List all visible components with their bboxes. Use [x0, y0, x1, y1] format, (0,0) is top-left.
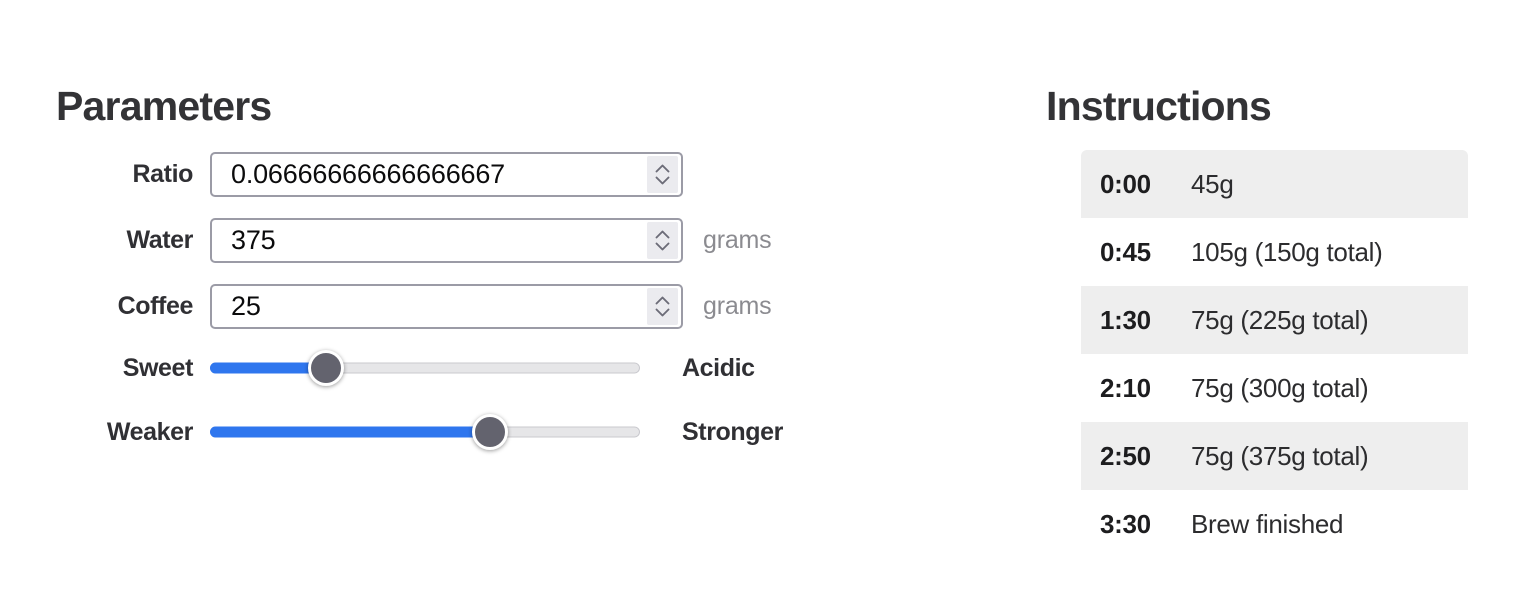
ratio-input-value[interactable]: 0.06666666666666667: [212, 159, 647, 190]
water-stepper[interactable]: [647, 221, 678, 259]
instruction-time: 2:50: [1100, 440, 1151, 471]
water-input-value[interactable]: 375: [212, 225, 647, 256]
slider-label-acidic: Acidic: [682, 353, 755, 382]
coffee-input[interactable]: 25: [210, 283, 683, 329]
slider-row-weaker-stronger: Weaker Stronger: [0, 410, 783, 454]
instruction-row: 3:30 Brew finished: [1081, 490, 1468, 558]
instructions-heading: Instructions: [1046, 83, 1272, 130]
instruction-action: 75g (225g total): [1191, 304, 1369, 335]
instruction-action: 75g (300g total): [1191, 372, 1369, 403]
field-row-water: Water 375 grams: [0, 217, 772, 263]
field-row-coffee: Coffee 25 grams: [0, 283, 772, 329]
instruction-row: 1:30 75g (225g total): [1081, 286, 1468, 354]
slider-label-weaker: Weaker: [106, 417, 193, 446]
coffee-stepper[interactable]: [647, 287, 678, 325]
instruction-row: 2:50 75g (375g total): [1081, 422, 1468, 490]
coffee-input-value[interactable]: 25: [212, 291, 647, 322]
coffee-unit-label: grams: [703, 291, 772, 320]
chevron-up-icon[interactable]: [655, 296, 670, 305]
ratio-input[interactable]: 0.06666666666666667: [210, 151, 683, 197]
sweet-acidic-slider[interactable]: [210, 346, 640, 390]
field-label-coffee: Coffee: [117, 291, 194, 320]
instruction-time: 1:30: [1100, 304, 1151, 335]
instruction-action: Brew finished: [1191, 508, 1344, 539]
chevron-up-icon[interactable]: [655, 230, 670, 239]
slider-thumb[interactable]: [308, 350, 345, 386]
field-row-ratio: Ratio 0.06666666666666667: [0, 151, 703, 197]
weaker-stronger-slider[interactable]: [210, 410, 640, 454]
instruction-row: 0:00 45g: [1081, 150, 1468, 218]
slider-track-fill: [210, 426, 490, 438]
slider-row-sweet-acidic: Sweet Acidic: [0, 346, 755, 390]
instruction-row: 2:10 75g (300g total): [1081, 354, 1468, 422]
chevron-up-icon[interactable]: [655, 164, 670, 173]
ratio-stepper[interactable]: [647, 155, 678, 193]
instruction-time: 2:10: [1100, 372, 1151, 403]
chevron-down-icon[interactable]: [655, 176, 670, 185]
parameters-heading: Parameters: [56, 83, 272, 130]
field-label-ratio: Ratio: [132, 159, 193, 188]
slider-thumb[interactable]: [471, 414, 508, 450]
brew-calculator-page: Parameters Ratio 0.06666666666666667 Wat…: [0, 0, 1516, 610]
chevron-down-icon[interactable]: [655, 308, 670, 317]
field-label-water: Water: [126, 225, 193, 254]
instruction-time: 0:00: [1100, 168, 1151, 199]
water-input[interactable]: 375: [210, 217, 683, 263]
slider-label-sweet: Sweet: [122, 353, 194, 382]
parameters-panel: Parameters Ratio 0.06666666666666667 Wat…: [0, 0, 1000, 610]
slider-label-stronger: Stronger: [682, 417, 783, 446]
instruction-action: 75g (375g total): [1191, 440, 1369, 471]
chevron-down-icon[interactable]: [655, 242, 670, 251]
instruction-action: 45g: [1191, 168, 1234, 199]
water-unit-label: grams: [703, 225, 772, 254]
instruction-row: 0:45 105g (150g total): [1081, 218, 1468, 286]
instruction-time: 3:30: [1100, 508, 1151, 539]
instruction-time: 0:45: [1100, 236, 1151, 267]
instruction-action: 105g (150g total): [1191, 236, 1383, 267]
instructions-list: 0:00 45g 0:45 105g (150g total) 1:30 75g (225…: [1081, 150, 1468, 558]
